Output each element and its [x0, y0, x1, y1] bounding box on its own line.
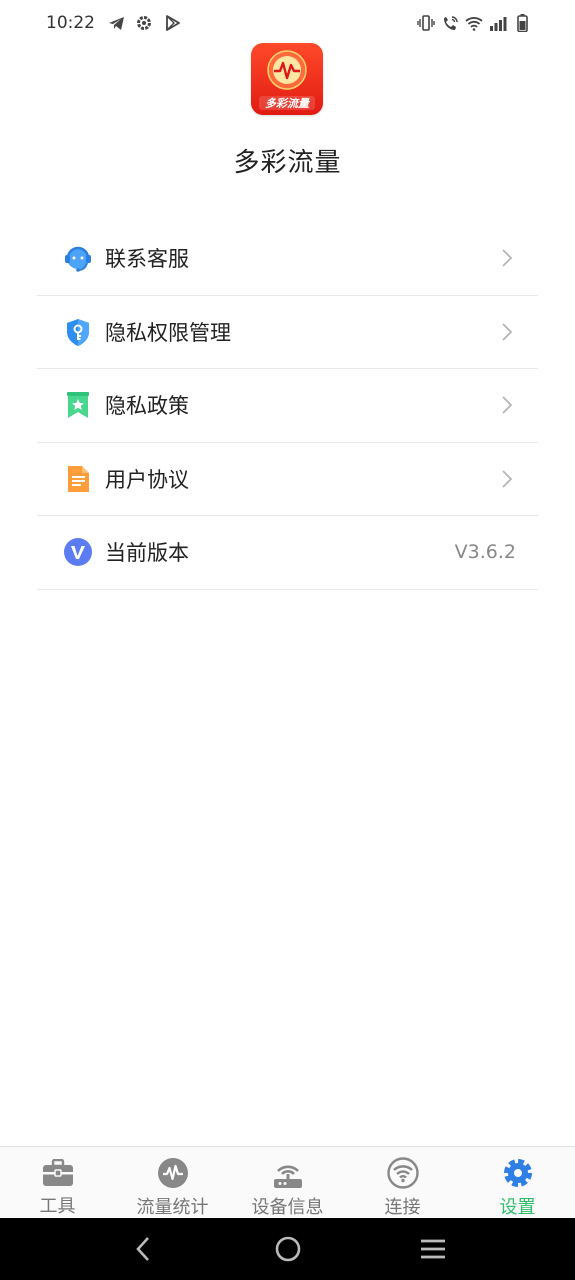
- menu-item-label: 隐私政策: [105, 394, 189, 419]
- chevron-right-icon: [500, 248, 514, 268]
- chevron-right-icon: [500, 322, 514, 342]
- status-time: 10:22: [46, 13, 95, 33]
- tab-label: 设置: [499, 1197, 536, 1218]
- tab-label: 流量统计: [136, 1197, 209, 1218]
- menu-item-customer-service[interactable]: 联系客服: [37, 222, 538, 296]
- tab-device-info[interactable]: 设备信息: [230, 1147, 345, 1218]
- home-icon[interactable]: [268, 1229, 308, 1269]
- settings-screen: 10:22 多彩流量 多彩流量 联系客服 隐私权限管理 隐私政策 用户协议 当前…: [0, 0, 575, 1280]
- bottom-nav: 工具 流量统计 设备信息 连接 设置: [0, 1146, 575, 1218]
- wifi-circle-icon: [386, 1157, 420, 1189]
- telegram-icon: [107, 14, 125, 32]
- wifi-icon: [465, 14, 483, 32]
- toolbox-icon: [41, 1157, 75, 1188]
- router-icon: [271, 1157, 305, 1189]
- version-v-icon: [63, 537, 93, 567]
- tab-connect[interactable]: 连接: [345, 1147, 460, 1218]
- status-bar: 10:22: [0, 0, 575, 46]
- tab-traffic-stats[interactable]: 流量统计: [115, 1147, 230, 1218]
- app-logo: 多彩流量: [251, 43, 323, 115]
- play-store-icon: [163, 14, 181, 32]
- settings-menu: 联系客服 隐私权限管理 隐私政策 用户协议 当前版本 V3.6.2: [37, 222, 538, 590]
- traffic-pulse-icon: [156, 1157, 190, 1189]
- chevron-right-icon: [500, 469, 514, 489]
- privacy-shield-icon: [63, 317, 93, 347]
- vibrate-icon: [417, 14, 435, 32]
- customer-service-icon: [63, 243, 93, 273]
- menu-item-label: 用户协议: [105, 467, 189, 492]
- bookmark-star-icon: [63, 390, 93, 420]
- battery-icon: [513, 14, 531, 32]
- document-icon: [63, 464, 93, 494]
- menu-item-current-version[interactable]: 当前版本 V3.6.2: [37, 516, 538, 590]
- wifi-calling-icon: [441, 14, 459, 32]
- chevron-right-icon: [500, 395, 514, 415]
- app-name: 多彩流量: [233, 148, 342, 178]
- back-icon[interactable]: [123, 1229, 163, 1269]
- tab-label: 工具: [39, 1196, 76, 1217]
- tab-tools[interactable]: 工具: [0, 1147, 115, 1218]
- menu-item-privacy-policy[interactable]: 隐私政策: [37, 369, 538, 443]
- menu-item-user-agreement[interactable]: 用户协议: [37, 443, 538, 516]
- settings-gear-icon: [501, 1157, 535, 1189]
- tab-label: 设备信息: [251, 1197, 324, 1218]
- menu-item-label: 当前版本: [105, 541, 189, 566]
- logo-text: 多彩流量: [265, 97, 311, 110]
- tab-label: 连接: [384, 1197, 421, 1218]
- menu-item-privacy-permissions[interactable]: 隐私权限管理: [37, 296, 538, 369]
- gear-icon: [135, 14, 153, 32]
- signal-icon: [489, 14, 507, 32]
- version-value: V3.6.2: [454, 541, 516, 564]
- tab-settings[interactable]: 设置: [460, 1147, 575, 1218]
- menu-item-label: 联系客服: [105, 247, 189, 272]
- menu-icon[interactable]: [413, 1229, 453, 1269]
- menu-item-label: 隐私权限管理: [105, 320, 231, 345]
- system-nav-bar: [0, 1218, 575, 1280]
